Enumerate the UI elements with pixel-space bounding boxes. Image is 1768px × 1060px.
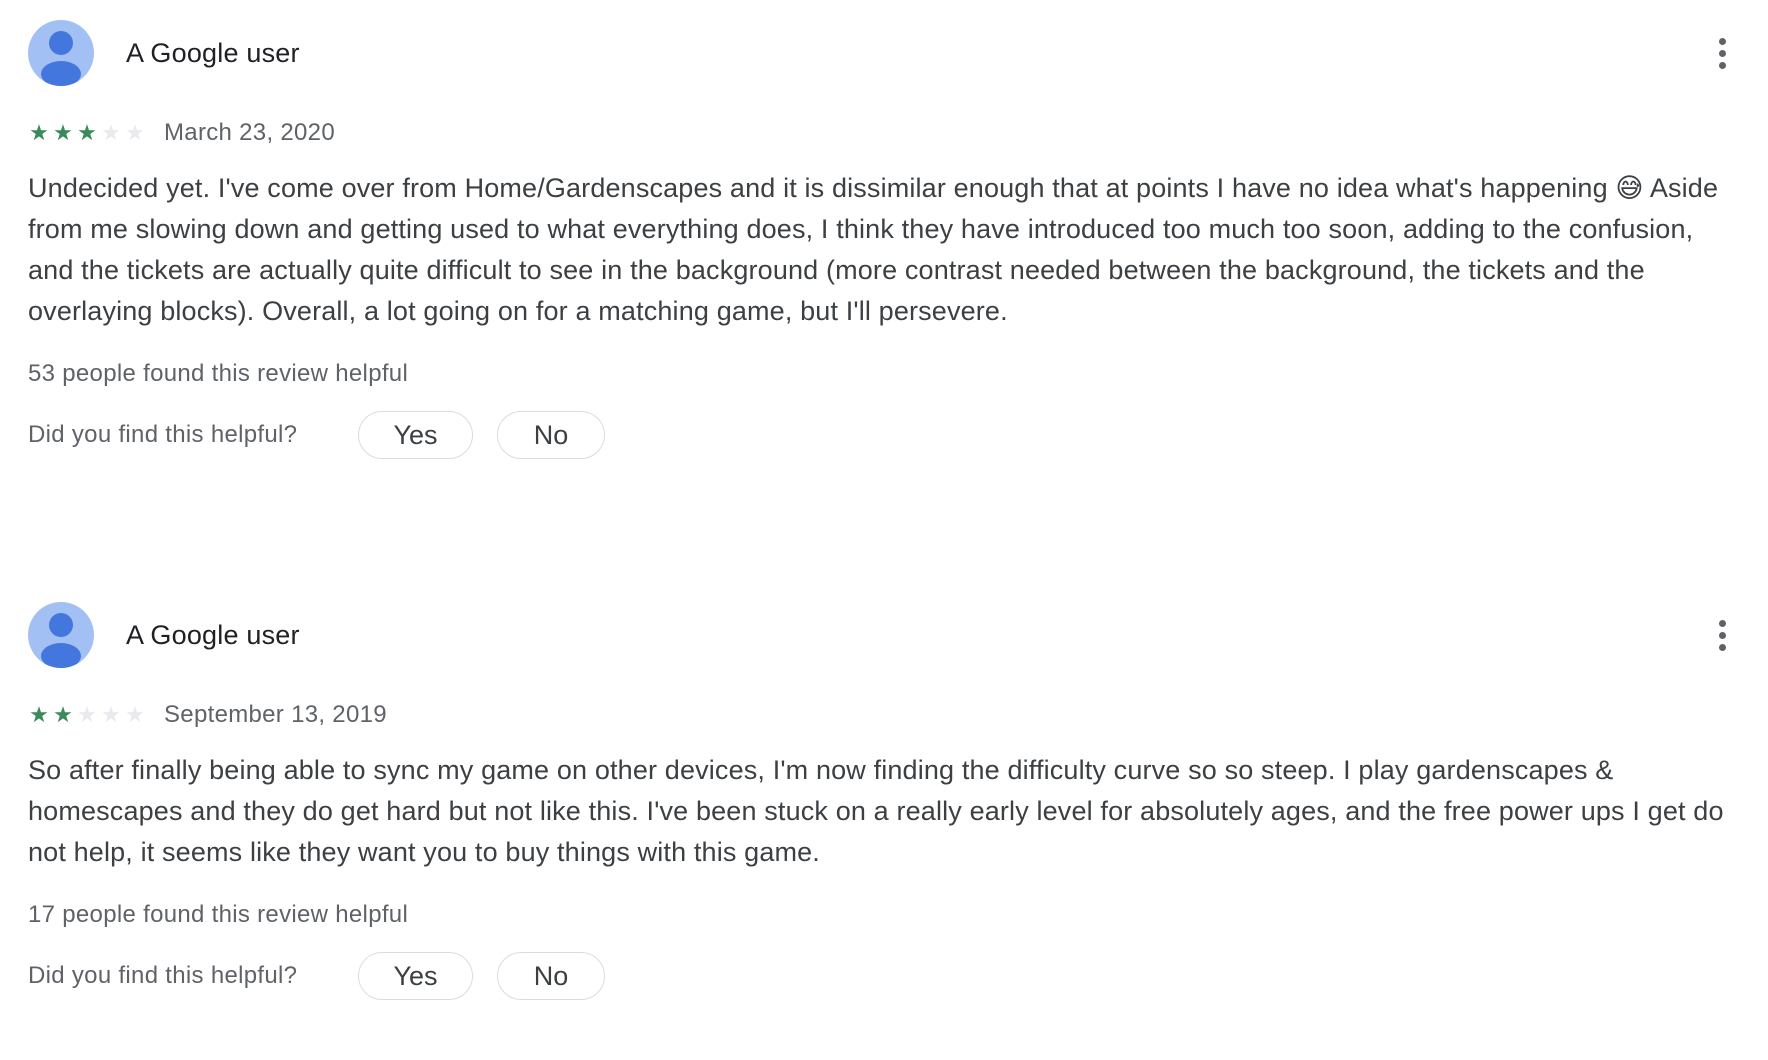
star-empty-icon: ★: [125, 120, 145, 145]
star-empty-icon: ★: [101, 702, 121, 727]
helpful-count: 17 people found this review helpful: [28, 901, 409, 928]
star-empty-icon: ★: [77, 702, 97, 727]
helpful-count: 53 people found this review helpful: [28, 360, 409, 387]
no-button[interactable]: No: [497, 952, 605, 1000]
review-text: Undecided yet. I've come over from Home/…: [28, 173, 1719, 326]
review-date: September 13, 2019: [164, 701, 387, 728]
vote-row: Did you find this helpful? Yes No: [28, 410, 1740, 460]
yes-button[interactable]: Yes: [358, 952, 473, 1000]
star-filled-icon: ★: [53, 120, 73, 145]
review-meta: ★ ★ ★ ★ ★ March 23, 2020: [28, 118, 1740, 148]
star-rating: ★ ★ ★ ★ ★: [28, 704, 146, 726]
review-header: A Google user: [28, 20, 1740, 86]
more-dot: [1718, 61, 1726, 69]
more-vert-icon[interactable]: [1704, 602, 1740, 668]
star-empty-icon: ★: [101, 120, 121, 145]
review-header: A Google user: [28, 602, 1740, 668]
star-empty-icon: ★: [125, 702, 145, 727]
more-vert-icon[interactable]: [1704, 20, 1740, 86]
vote-question: Did you find this helpful?: [28, 962, 298, 989]
review-meta: ★ ★ ★ ★ ★ September 13, 2019: [28, 700, 1740, 730]
avatar-body: [41, 61, 81, 86]
review-card: A Google user ★ ★ ★ ★ ★ March 23, 2020 Undec…: [28, 20, 1740, 460]
author-name: A Google user: [126, 619, 300, 650]
avatar-icon: [28, 602, 94, 668]
more-dot: [1718, 37, 1726, 45]
review-text: So after finally being able to sync my g…: [28, 755, 1724, 867]
star-filled-icon: ★: [53, 702, 73, 727]
more-dot: [1718, 619, 1726, 627]
avatar-head: [49, 613, 73, 637]
star-rating: ★ ★ ★ ★ ★: [28, 122, 146, 144]
vote-question: Did you find this helpful?: [28, 421, 298, 448]
yes-button[interactable]: Yes: [358, 411, 473, 459]
no-button[interactable]: No: [497, 411, 605, 459]
star-filled-icon: ★: [77, 120, 97, 145]
review-card: A Google user ★ ★ ★ ★ ★ September 13, 2019 S…: [28, 602, 1740, 1001]
author-name: A Google user: [126, 37, 300, 68]
vote-row: Did you find this helpful? Yes No: [28, 951, 1740, 1001]
star-filled-icon: ★: [29, 702, 49, 727]
star-filled-icon: ★: [29, 120, 49, 145]
avatar-body: [41, 643, 81, 668]
avatar-head: [49, 31, 73, 55]
more-dot: [1718, 631, 1726, 639]
avatar-icon: [28, 20, 94, 86]
more-dot: [1718, 49, 1726, 57]
more-dot: [1718, 643, 1726, 651]
review-date: March 23, 2020: [164, 119, 335, 146]
